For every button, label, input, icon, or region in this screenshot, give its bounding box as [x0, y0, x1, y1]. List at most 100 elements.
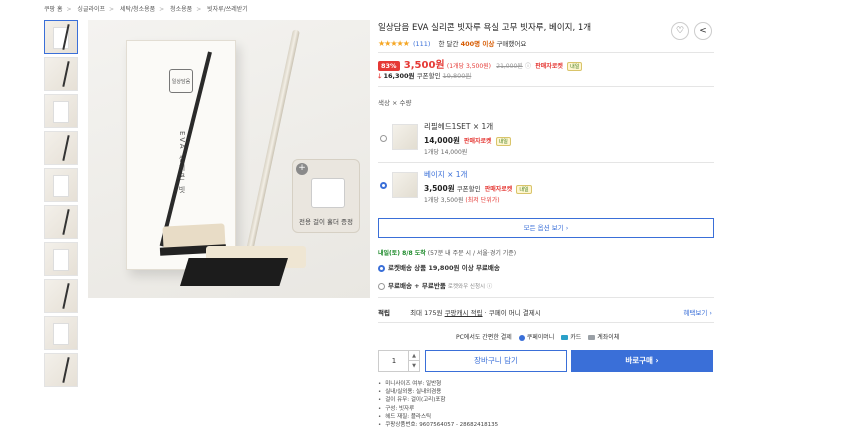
- original-price: 21,000원: [496, 63, 523, 70]
- benefit-row: 적립 최대 175원 쿠팡캐시 적립 · 쿠페이 머니 결제시 혜택보기 ›: [378, 307, 714, 317]
- divider: [378, 86, 714, 87]
- cash-link[interactable]: 쿠팡캐시 적립: [445, 309, 483, 317]
- shipping-option-label: 로켓배송 상품 19,800원 이상 무료배송: [388, 264, 500, 272]
- thumbnail[interactable]: [44, 242, 78, 276]
- coupon-row: 🡓 16,300원 쿠폰할인 19,800원: [378, 70, 471, 83]
- breadcrumb-item[interactable]: 청소용품: [170, 6, 192, 13]
- benefit-label: 적립: [378, 309, 390, 317]
- thumbnail-broom-image: [62, 357, 70, 383]
- unit-price: (1개당 3,500원): [446, 63, 492, 70]
- seller-rocket-badge: 판매자로켓: [535, 63, 563, 70]
- option-radio-selected[interactable]: [380, 182, 387, 189]
- buy-now-button[interactable]: 바로구매 ›: [571, 350, 713, 372]
- arrow-down-icon: 🡓: [378, 72, 382, 80]
- breadcrumb: 쿠팡 홈 > 싱글라이프 > 세탁/청소용품 > 청소용품 > 빗자루/쓰레받기: [44, 4, 248, 13]
- delivery-tag: 내일: [567, 62, 583, 71]
- spec-item: 미니사이즈 여부: 일반형: [378, 380, 498, 388]
- sold-suffix: 구매했어요: [496, 40, 527, 48]
- option-price-row: 3,500원 쿠폰할인 판매자로켓 내일: [424, 183, 532, 194]
- rating-row: ★★★★★ (111) 한 달간 400명 이상 구매했어요: [378, 38, 526, 48]
- thumbnail-broom-image: [62, 135, 70, 161]
- seller-rocket-badge: 판매자로켓: [484, 186, 513, 193]
- option-coupon: 쿠폰할인: [456, 185, 481, 193]
- option-price-row: 14,000원 판매자로켓 내일: [424, 135, 511, 146]
- sold-prefix: 한 달간: [438, 40, 459, 48]
- thumbnail[interactable]: [44, 20, 78, 54]
- benefit-more-link[interactable]: 혜택보기 ›: [683, 307, 712, 317]
- thumbnail[interactable]: [44, 94, 78, 128]
- payment-method: 카드: [570, 334, 582, 341]
- option-radio[interactable]: [380, 135, 387, 142]
- spec-item: 쿠팡상품번호: 9607564057 - 28682418135: [378, 421, 498, 429]
- thumbnail-broom-image: [62, 209, 70, 235]
- spec-item: 실내/실외용: 실내외겸용: [378, 388, 498, 396]
- thumbnail[interactable]: [44, 168, 78, 202]
- price-row: 83% 3,500원 (1개당 3,500원) 21,000원 ⓘ 판매자로켓 …: [378, 56, 583, 71]
- payment-text: PC에서도 간편한 결제: [456, 334, 512, 341]
- holder-image: [311, 178, 345, 208]
- breadcrumb-item[interactable]: 싱글라이프: [77, 6, 105, 13]
- delivery-tag: 내일: [495, 137, 511, 146]
- quantity-input[interactable]: 1: [379, 351, 409, 371]
- lowest-unit-note: (최저 단위가): [465, 197, 500, 204]
- spec-item: 구성: 빗자루: [378, 405, 498, 413]
- breadcrumb-item[interactable]: 빗자루/쓰레받기: [207, 6, 248, 13]
- shipping-option-note: 로켓와우 신청시 ⓘ: [447, 284, 493, 290]
- chevron-down-icon[interactable]: ▼: [408, 361, 419, 371]
- benefit-condition: · 쿠페이 머니 결제시: [484, 309, 541, 317]
- breadcrumb-separator: >: [66, 6, 72, 13]
- chevron-up-icon[interactable]: ▲: [408, 351, 419, 361]
- shipping-option[interactable]: 로켓배송 상품 19,800원 이상 무료배송: [378, 262, 500, 272]
- review-count[interactable]: (111): [413, 40, 430, 48]
- thumbnail[interactable]: [44, 279, 78, 313]
- info-icon[interactable]: ⓘ: [525, 63, 531, 70]
- share-icon[interactable]: <: [694, 22, 712, 40]
- breadcrumb-separator: >: [109, 6, 115, 13]
- add-to-cart-button[interactable]: 장바구니 담기: [425, 350, 567, 372]
- payment-methods: PC에서도 간편한 결제 쿠페이머니 카드 계좌이체: [456, 332, 619, 341]
- thumbnail[interactable]: [44, 353, 78, 387]
- thumbnail[interactable]: [44, 131, 78, 165]
- sold-count: 한 달간 400명 이상 구매했어요: [439, 40, 527, 48]
- thumbnail[interactable]: [44, 205, 78, 239]
- benefit-amount: 최대 175원: [410, 309, 443, 317]
- delivery-note: (57분 내 주문 시 / 서울·경기 기준): [427, 250, 517, 257]
- star-rating: ★★★★★: [378, 39, 410, 48]
- broom-blade-front: [180, 258, 288, 286]
- payment-method: 쿠페이머니: [526, 334, 555, 341]
- thumbnail-box-image: [53, 101, 69, 123]
- coupon-label: 쿠폰할인: [416, 72, 441, 80]
- heart-icon[interactable]: ♡: [671, 22, 689, 40]
- option-unit-row: 1개당 3,500원 (최저 단위가): [424, 195, 500, 204]
- quantity-stepper[interactable]: 1 ▲ ▼: [378, 350, 420, 372]
- option-price: 14,000원: [424, 136, 460, 145]
- option-image: [392, 124, 418, 150]
- divider: [378, 297, 714, 298]
- breadcrumb-item[interactable]: 쿠팡 홈: [44, 6, 62, 13]
- all-options-button[interactable]: 모든 옵션 보기 ›: [378, 218, 714, 238]
- thumbnail-box-image: [53, 323, 69, 345]
- shipping-radio-selected[interactable]: [378, 264, 385, 272]
- plus-icon: +: [296, 163, 308, 175]
- shipping-option-label: 무료배송 + 무료반품: [388, 282, 446, 290]
- brand-logo: 일상담음: [169, 69, 193, 93]
- main-product-image[interactable]: 일상담음 EVA 실리콘 빗 + 전용 걸이 홀더 증정: [88, 20, 370, 298]
- product-specs: 미니사이즈 여부: 일반형 실내/실외용: 실내외겸용 걸이 유무: 걸이(고리…: [378, 380, 498, 429]
- option-image: [392, 172, 418, 198]
- thumbnail-broom-image: [62, 283, 70, 309]
- delivery-date: 내일(토) 8/8 도착: [378, 250, 426, 257]
- card-icon: [561, 335, 569, 340]
- option-item[interactable]: 리필헤드1SET × 1개 14,000원 판매자로켓 내일 1개당 14,00…: [378, 120, 714, 160]
- shipping-option[interactable]: 무료배송 + 무료반품 로켓와우 신청시 ⓘ: [378, 280, 492, 290]
- option-item-selected[interactable]: 베이지 × 1개 3,500원 쿠폰할인 판매자로켓 내일 1개당 3,500원…: [378, 168, 714, 208]
- shipping-radio[interactable]: [378, 282, 385, 290]
- coupay-icon: [518, 334, 525, 341]
- breadcrumb-item[interactable]: 세탁/청소용품: [120, 6, 155, 13]
- sold-number: 400명 이상: [460, 40, 495, 48]
- divider: [378, 162, 714, 163]
- divider: [378, 322, 714, 323]
- option-unit: 1개당 14,000원: [424, 149, 468, 156]
- thumbnail[interactable]: [44, 57, 78, 91]
- spec-item: 걸이 유무: 걸이(고리)포함: [378, 396, 498, 404]
- thumbnail[interactable]: [44, 316, 78, 350]
